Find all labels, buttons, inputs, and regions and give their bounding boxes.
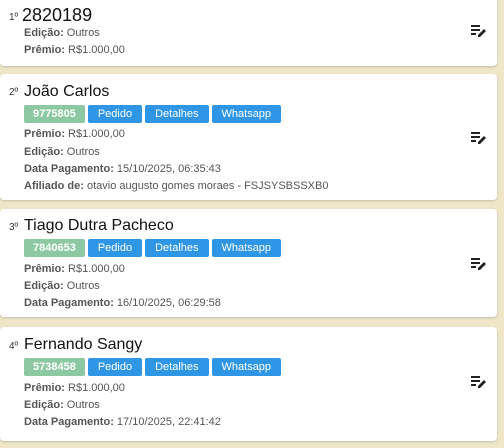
payment-date-row: Data Pagamento: 16/10/2025, 06:29:58 <box>24 297 221 309</box>
edition-row: Edição: Outros <box>24 280 100 292</box>
ticket-number-badge: 9775805 <box>24 105 85 123</box>
rank-label: 4º <box>9 341 19 352</box>
pedido-button[interactable]: Pedido <box>87 105 143 123</box>
ranking-card-1: 1º 2820189 Edição: Outros Prêmio: R$1.00… <box>0 0 497 66</box>
detalhes-button[interactable]: Detalhes <box>145 239 209 257</box>
affiliate-row: Afiliado de: otavio augusto gomes moraes… <box>24 180 329 192</box>
edit-list-icon[interactable] <box>471 375 487 389</box>
ranking-card-2: 2º João Carlos 9775805 Pedido Detalhes W… <box>0 74 497 200</box>
winner-name: 2820189 <box>22 5 93 25</box>
prize-row: Prêmio: R$1.000,00 <box>24 382 125 394</box>
prize-row: Prêmio: R$1.000,00 <box>24 263 125 275</box>
whatsapp-button[interactable]: Whatsapp <box>211 105 282 123</box>
winner-name: Fernando Sangy <box>24 336 143 353</box>
payment-date-row: Data Pagamento: 17/10/2025, 22:41:42 <box>24 416 221 428</box>
edition-row: Edição: Outros <box>24 399 100 411</box>
payment-date-row: Data Pagamento: 15/10/2025, 06:35:43 <box>24 163 221 175</box>
pedido-button[interactable]: Pedido <box>87 239 143 257</box>
prize-row: Prêmio: R$1.000,00 <box>24 44 125 56</box>
ticket-number-badge: 7840653 <box>24 239 85 257</box>
whatsapp-button[interactable]: Whatsapp <box>211 239 282 257</box>
rank-label: 2º <box>9 87 19 98</box>
winner-name: João Carlos <box>24 83 110 100</box>
edit-list-icon[interactable] <box>471 257 487 271</box>
prize-row: Prêmio: R$1.000,00 <box>24 128 125 140</box>
ranking-card-4: 4º Fernando Sangy 5738458 Pedido Detalhe… <box>0 327 497 441</box>
ranking-card-3: 3º Tiago Dutra Pacheco 7840653 Pedido De… <box>0 209 497 317</box>
edition-row: Edição: Outros <box>24 146 100 158</box>
rank-label: 3º <box>9 222 19 233</box>
edit-list-icon[interactable] <box>471 131 487 145</box>
ticket-number-badge: 5738458 <box>24 358 85 376</box>
pedido-button[interactable]: Pedido <box>87 358 143 376</box>
edit-list-icon[interactable] <box>471 24 487 38</box>
whatsapp-button[interactable]: Whatsapp <box>211 358 282 376</box>
edition-row: Edição: Outros <box>24 27 100 39</box>
rank-label: 1º <box>9 12 19 23</box>
detalhes-button[interactable]: Detalhes <box>145 358 209 376</box>
winner-name: Tiago Dutra Pacheco <box>24 217 174 234</box>
detalhes-button[interactable]: Detalhes <box>145 105 209 123</box>
